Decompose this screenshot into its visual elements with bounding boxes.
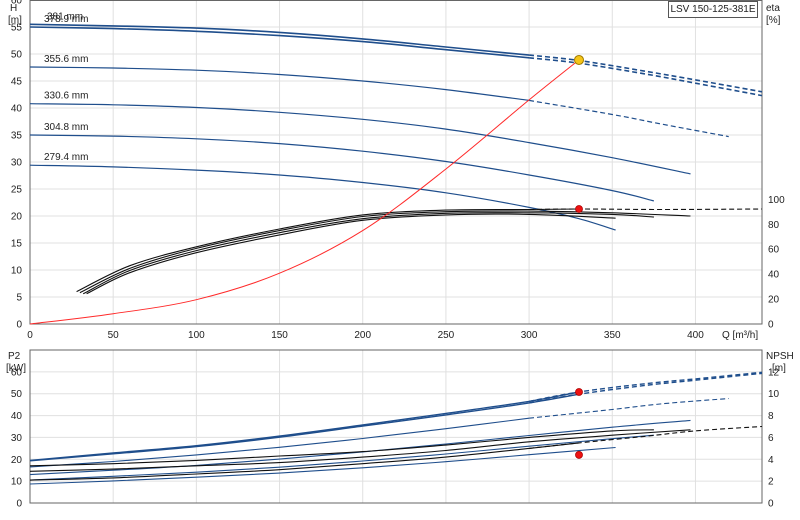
y-right-tick-label: 4 — [768, 455, 774, 466]
diameter-label: 330.6 mm — [44, 91, 88, 102]
diameter-label: 378.9 mm — [44, 14, 88, 25]
y-left-axis-label: H — [10, 3, 17, 14]
efficiency-curve — [86, 213, 616, 295]
diameter-label: 279.4 mm — [44, 152, 88, 163]
head-curve-extension — [528, 99, 729, 138]
x-tick-label: 50 — [108, 330, 120, 341]
power-curve — [29, 419, 691, 476]
y-right-tick-label: 8 — [768, 411, 774, 422]
x-tick-label: 400 — [687, 330, 704, 341]
efficiency-curve-extension — [529, 208, 763, 211]
system-curve — [29, 59, 580, 325]
efficiency-curve — [82, 212, 654, 295]
x-tick-label: 100 — [188, 330, 205, 341]
x-tick-label: 0 — [27, 330, 33, 341]
y-left-tick-label: 30 — [11, 433, 23, 444]
y-left-tick-label: 25 — [11, 185, 23, 196]
power-curve — [29, 393, 580, 462]
x-tick-label: 150 — [271, 330, 288, 341]
x-axis-label: Q [m³/h] — [722, 330, 758, 341]
x-tick-label: 250 — [438, 330, 455, 341]
y-right-tick-label: 0 — [768, 320, 774, 331]
y-left-tick-label: 20 — [11, 212, 23, 223]
efficiency-curve — [79, 210, 691, 294]
y-right-tick-label: 10 — [768, 389, 780, 400]
y-left-tick-label: 10 — [11, 266, 23, 277]
y-right-axis-label: eta — [766, 3, 780, 14]
y-left-tick-label: 5 — [16, 293, 22, 304]
y-left-axis-unit: [kW] — [6, 363, 26, 374]
power-curve-extension — [528, 372, 763, 404]
y-left-axis-unit: [m] — [8, 15, 22, 26]
head-curve — [29, 103, 691, 175]
y-left-tick-label: 30 — [11, 158, 23, 169]
y-right-tick-label: 2 — [768, 477, 774, 488]
y-right-tick-label: 100 — [768, 195, 785, 206]
y-left-axis-label: P2 — [8, 351, 21, 362]
power-curve — [29, 391, 580, 462]
curves-layer — [29, 23, 763, 485]
power-curve — [29, 434, 654, 481]
y-left-tick-label: 50 — [11, 389, 23, 400]
y-right-axis-unit: [%] — [766, 15, 781, 26]
y-left-tick-label: 35 — [11, 131, 23, 142]
pump-performance-chart: 0 50 100 150 200 250 300 350 4000510152025303540… — [6, 0, 794, 510]
y-right-tick-label: 80 — [768, 220, 780, 231]
diameter-label: 304.8 mm — [44, 122, 88, 133]
y-left-tick-label: 45 — [11, 77, 23, 88]
y-left-tick-label: 0 — [16, 320, 22, 331]
y-left-tick-label: 40 — [11, 411, 23, 422]
y-right-tick-label: 20 — [768, 295, 780, 306]
duty-point-npsh-marker — [575, 451, 583, 459]
y-left-tick-label: 20 — [11, 455, 23, 466]
duty-point-efficiency-marker — [575, 205, 583, 213]
head-curve — [29, 134, 655, 202]
y-left-tick-label: 0 — [16, 499, 22, 510]
duty-point-head-marker — [574, 54, 584, 65]
y-right-tick-label: 0 — [768, 499, 774, 510]
y-left-tick-label: 15 — [11, 239, 23, 250]
pump-model-badge: LSV 150-125-381E — [668, 1, 758, 18]
diameter-label: 355.6 mm — [44, 54, 88, 65]
x-tick-label: 300 — [521, 330, 538, 341]
y-left-tick-label: 50 — [11, 50, 23, 61]
head-curve-extension — [529, 57, 763, 97]
y-left-tick-label: 40 — [11, 104, 23, 115]
npsh-curve — [29, 429, 691, 472]
y-right-tick-label: 6 — [768, 433, 774, 444]
y-right-tick-label: 60 — [768, 245, 780, 256]
x-tick-label: 200 — [354, 330, 371, 341]
y-left-tick-label: 10 — [11, 477, 23, 488]
y-right-axis-unit: [m] — [772, 363, 786, 374]
y-right-tick-label: 40 — [768, 270, 780, 281]
x-tick-label: 350 — [604, 330, 621, 341]
duty-point-power-marker — [575, 388, 583, 396]
y-right-axis-label: NPSH — [766, 351, 794, 362]
